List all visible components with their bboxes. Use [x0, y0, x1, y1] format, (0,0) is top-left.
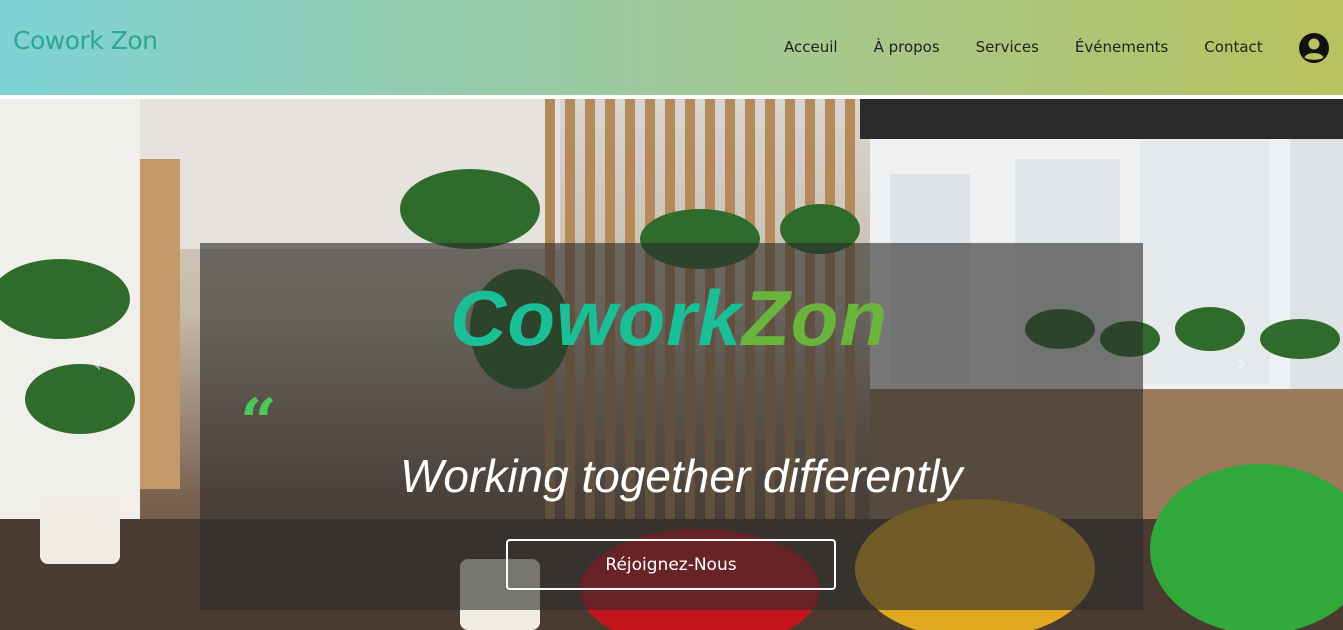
hero-logo: CoworkZon	[450, 273, 888, 364]
nav-link-services[interactable]: Services	[976, 38, 1039, 56]
carousel-prev-button[interactable]: ‹	[92, 349, 102, 379]
nav-link-evenements[interactable]: Événements	[1075, 38, 1168, 56]
quote-icon: “	[240, 385, 277, 460]
join-us-button[interactable]: Réjoignez-Nous	[506, 539, 836, 590]
hero-logo-part1: Cowork	[450, 274, 743, 362]
hero-carousel: ‹ › CoworkZon “ Working together differe…	[0, 99, 1343, 630]
brand-logo[interactable]: Cowork Zon	[13, 26, 158, 55]
nav-link-a-propos[interactable]: À propos	[874, 38, 940, 56]
main-nav: Acceuil À propos Services Événements Con…	[784, 38, 1299, 56]
user-circle-icon[interactable]	[1298, 32, 1330, 64]
nav-link-acceuil[interactable]: Acceuil	[784, 38, 838, 56]
hero-logo-part2: Zon	[742, 274, 888, 362]
carousel-next-button[interactable]: ›	[1236, 349, 1246, 379]
hero-tagline: Working together differently	[400, 450, 963, 502]
hero-caption-panel: CoworkZon “ Working together differently…	[200, 243, 1143, 610]
navbar: Cowork Zon Acceuil À propos Services Évé…	[0, 0, 1343, 97]
nav-link-contact[interactable]: Contact	[1204, 38, 1262, 56]
